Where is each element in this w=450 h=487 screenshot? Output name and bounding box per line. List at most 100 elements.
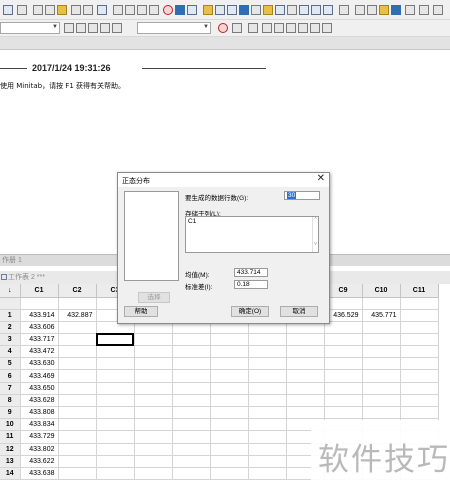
row-number[interactable]: 4 [0,345,21,359]
table-cell[interactable] [134,369,173,383]
column-name-cell[interactable] [20,297,59,310]
table-cell[interactable] [96,382,135,395]
table-cell[interactable] [58,443,97,456]
search-icon[interactable] [232,23,242,33]
table-cell[interactable] [172,418,211,432]
mean-input[interactable]: 433.714 [234,268,268,277]
table-cell[interactable] [172,430,211,444]
table-cell[interactable]: 433.622 [20,455,59,468]
table-cell[interactable]: 433.472 [20,345,59,359]
history-icon[interactable] [251,5,261,15]
table-cell[interactable] [248,369,287,383]
filter-icon[interactable] [100,23,110,33]
table-cell[interactable] [172,382,211,395]
polygon-tool-icon[interactable] [310,23,320,33]
table-cell[interactable] [210,394,249,408]
column-header[interactable]: C2 [58,284,97,298]
table-cell[interactable] [362,321,401,334]
graph-icon[interactable] [227,5,237,15]
table-cell[interactable] [362,333,401,347]
table-cell[interactable] [324,357,363,371]
row-number[interactable]: 8 [0,394,21,408]
new-worksheet-icon[interactable] [311,5,321,15]
select-icon[interactable] [248,23,258,33]
help-icon[interactable] [175,5,185,15]
table-cell[interactable] [248,357,287,371]
report-pad-icon[interactable] [275,5,285,15]
help-button[interactable]: 帮助 [124,306,158,317]
table-cell[interactable] [362,345,401,359]
table-cell[interactable] [324,382,363,395]
table-cell[interactable] [134,394,173,408]
cancel-button[interactable]: 取消 [280,306,318,317]
table-cell[interactable] [400,369,439,383]
table-cell[interactable] [286,333,325,347]
table-cell[interactable] [134,467,173,481]
row-icon[interactable] [112,23,122,33]
table-cell[interactable]: 435.771 [362,309,401,322]
ellipse-tool-icon[interactable] [286,23,296,33]
project-manager-icon[interactable] [263,5,273,15]
line-tool-icon[interactable] [298,23,308,33]
table-cell[interactable] [172,333,211,347]
table-cell[interactable] [96,394,135,408]
data-window-icon[interactable] [339,5,349,15]
name-row-header[interactable] [0,297,21,310]
table-cell[interactable] [58,333,97,347]
table-cell[interactable]: 433.834 [20,418,59,432]
pointer-icon[interactable] [433,5,443,15]
table-cell[interactable] [248,455,287,468]
table-cell[interactable] [58,382,97,395]
table-cell[interactable] [210,345,249,359]
column-name-cell[interactable] [58,297,97,310]
table-cell[interactable] [58,357,97,371]
table-cell[interactable] [58,345,97,359]
row-number[interactable]: 6 [0,369,21,383]
table-cell[interactable] [172,467,211,481]
table-cell[interactable] [172,455,211,468]
table-cell[interactable] [286,394,325,408]
table-cell[interactable] [210,357,249,371]
table-cell[interactable] [362,382,401,395]
table-cell[interactable] [58,430,97,444]
table-cell[interactable] [58,394,97,408]
table-cell[interactable] [248,418,287,432]
cut-icon[interactable] [33,5,43,15]
table-cell[interactable] [58,406,97,420]
graph-annotation-icon[interactable] [379,5,389,15]
column-name-cell[interactable] [400,297,439,310]
find-icon[interactable] [137,5,147,15]
row-number[interactable]: 7 [0,382,21,395]
store-scrollbar[interactable]: ^ v [312,217,318,252]
table-cell[interactable] [96,345,135,359]
table-cell[interactable] [362,406,401,420]
table-cell[interactable] [58,455,97,468]
row-number[interactable]: 13 [0,455,21,468]
flag-icon[interactable] [391,5,401,15]
table-cell[interactable] [248,467,287,481]
text-tool-icon[interactable] [262,23,272,33]
row-header-corner[interactable]: ↓ [0,284,21,298]
table-cell[interactable] [324,333,363,347]
table-cell[interactable] [58,418,97,432]
column-header[interactable]: C10 [362,284,401,298]
table-cell[interactable] [134,443,173,456]
table-cell[interactable]: 433.606 [20,321,59,334]
cancel-command-icon[interactable] [163,5,173,15]
table-cell[interactable] [324,345,363,359]
table-cell[interactable] [248,443,287,456]
sd-input[interactable]: 0.18 [234,280,268,289]
table-cell[interactable] [400,406,439,420]
table-cell[interactable] [96,357,135,371]
select-button[interactable]: 选择 [138,292,170,303]
zoom-icon[interactable] [405,5,415,15]
table-cell[interactable] [248,406,287,420]
table-cell[interactable] [172,406,211,420]
table-cell[interactable] [96,333,135,347]
close-graphs-icon[interactable] [323,5,333,15]
table-cell[interactable] [400,357,439,371]
row-number[interactable]: 5 [0,357,21,371]
column-header[interactable]: C11 [400,284,439,298]
table-cell[interactable] [58,321,97,334]
stat-guide-icon[interactable] [187,5,197,15]
